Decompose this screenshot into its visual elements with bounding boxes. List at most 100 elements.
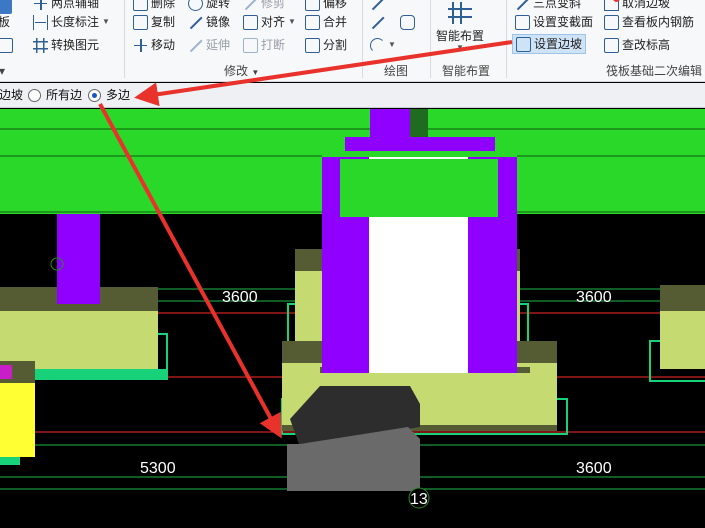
smart-layout-icon [448, 2, 472, 24]
radio-all-edges[interactable]: 所有边 [28, 87, 82, 104]
variable-section-icon [515, 14, 530, 30]
line-icon [370, 15, 385, 30]
copy-button[interactable]: 复制 [133, 12, 175, 32]
dropdown-chevron-icon: ▼ [251, 68, 260, 77]
dropdown-chevron-icon: ▼ [288, 17, 296, 26]
rotate-icon [188, 0, 203, 11]
center-column-top[interactable] [370, 109, 415, 139]
move-button[interactable]: 移动 [133, 35, 175, 55]
arc-icon [370, 37, 385, 53]
break-label: 打断 [261, 38, 286, 52]
ribbon-cut-item-slab[interactable]: 板 [0, 12, 10, 32]
delete-icon [133, 0, 148, 11]
radio-multi-edges[interactable]: 多边 [88, 87, 130, 104]
break-icon [243, 37, 258, 53]
dropdown-chevron-icon: ▼ [456, 43, 464, 52]
left-yellow-mark [0, 365, 12, 379]
trim-icon [243, 0, 258, 11]
dropdown-chevron-icon: ▼ [102, 17, 110, 26]
radio-multi-edges-label: 多边 [106, 88, 131, 102]
cancel-slope-icon [604, 0, 620, 11]
option-bar: 边坡 所有边 多边 [0, 83, 705, 108]
align-button[interactable]: 对齐 ▼ [243, 12, 296, 32]
edit-elevation-button[interactable]: 查改标高 [604, 35, 670, 55]
dim-length-label: 长度标注 [51, 15, 100, 29]
group-caption-smart-layout: 智能布置 [442, 64, 491, 78]
align-icon [243, 14, 258, 30]
move-icon [133, 38, 148, 53]
offset-icon [305, 0, 320, 11]
canvas-svg: 3600 3600 5300 3600 13 [0, 109, 705, 509]
ribbon-toolbar: 板 两点辅轴 长度标注 ▼ 转换图元 删除 复制 移动 旋转 镜像 延伸 [0, 0, 705, 82]
dim-length-button[interactable]: 长度标注 ▼ [33, 12, 110, 32]
view-rebar-button[interactable]: 查看板内钢筋 [604, 12, 694, 32]
convert-element-button[interactable]: 转换图元 [33, 35, 99, 55]
ribbon-separator [362, 0, 363, 78]
merge-label: 合并 [323, 15, 348, 29]
optbar-cut-label: 边坡 [0, 88, 24, 102]
radio-all-edges-label: 所有边 [46, 88, 83, 102]
right-footing[interactable] [660, 311, 705, 369]
group-caption-modify[interactable]: 修改 ▼ [224, 63, 259, 79]
merge-button[interactable]: 合并 [305, 12, 347, 32]
ribbon-cut-item-3[interactable] [0, 35, 13, 55]
copy-label: 复制 [151, 15, 176, 29]
mirror-icon [188, 15, 203, 30]
set-variable-section-label: 设置变截面 [533, 15, 594, 29]
draw-rect-button[interactable] [400, 12, 415, 32]
smart-layout-button[interactable]: 智能布置 ▼ [436, 0, 484, 56]
group-modify-label: 修改 [224, 64, 249, 78]
ribbon-separator [506, 0, 507, 78]
right-footing-top[interactable] [660, 285, 705, 311]
axis-icon [33, 0, 48, 11]
slope-icon [515, 0, 530, 11]
view-rebar-label: 查看板内钢筋 [622, 15, 695, 29]
align-label: 对齐 [261, 15, 286, 29]
left-footing[interactable] [0, 311, 158, 369]
copy-icon [133, 14, 148, 30]
dim-label-bottom-right: 3600 [576, 460, 612, 477]
move-label: 移动 [151, 38, 176, 52]
left-column[interactable] [57, 214, 100, 304]
left-yellow-base [0, 457, 20, 465]
edge-slope-icon [516, 36, 531, 52]
drawing-canvas[interactable]: 3600 3600 5300 3600 13 [0, 109, 705, 528]
point-icon [370, 0, 385, 11]
break-button[interactable]: 打断 [243, 35, 285, 55]
tool-icon [0, 37, 13, 53]
convert-element-label: 转换图元 [51, 38, 100, 52]
split-button[interactable]: 分割 [305, 35, 347, 55]
split-label: 分割 [323, 38, 348, 52]
ribbon-separator [430, 0, 431, 78]
extend-label: 延伸 [206, 38, 231, 52]
group-caption-draw: 绘图 [384, 64, 409, 78]
ribbon-separator [124, 0, 125, 78]
merge-icon [305, 14, 320, 30]
set-variable-section-button[interactable]: 设置变截面 [515, 12, 593, 32]
group-caption-cut: ▾ [0, 63, 5, 79]
axis-label-13: 13 [410, 491, 428, 508]
radio-all-edges-circle[interactable] [28, 89, 41, 102]
split-icon [305, 37, 320, 53]
ribbon-cut-label: 板 [0, 12, 10, 32]
radio-multi-edges-circle[interactable] [88, 89, 101, 102]
center-column-green-band[interactable] [340, 159, 498, 217]
mirror-label: 镜像 [206, 15, 231, 29]
draw-arc-button[interactable]: ▼ [370, 35, 396, 55]
center-column-cap[interactable] [345, 137, 495, 153]
smart-layout-label: 智能布置 [436, 29, 485, 43]
extend-button[interactable]: 延伸 [188, 35, 230, 55]
elevation-icon [604, 37, 619, 53]
set-edge-slope-label: 设置边坡 [534, 37, 583, 51]
view-rebar-icon [604, 14, 619, 30]
mirror-button[interactable]: 镜像 [188, 12, 230, 32]
dropdown-chevron-icon: ▼ [388, 40, 396, 49]
center-column-green-top [322, 151, 517, 157]
group-caption-raft-edit: 筏板基础二次编辑 [606, 64, 703, 78]
dim-label-bottom-left: 5300 [140, 460, 176, 477]
dimension-icon [33, 14, 48, 30]
dim-label-top-right: 3600 [576, 289, 612, 306]
set-edge-slope-button[interactable]: 设置边坡 [512, 34, 587, 54]
draw-line-button[interactable] [370, 12, 385, 32]
center-column-strip [410, 109, 428, 139]
